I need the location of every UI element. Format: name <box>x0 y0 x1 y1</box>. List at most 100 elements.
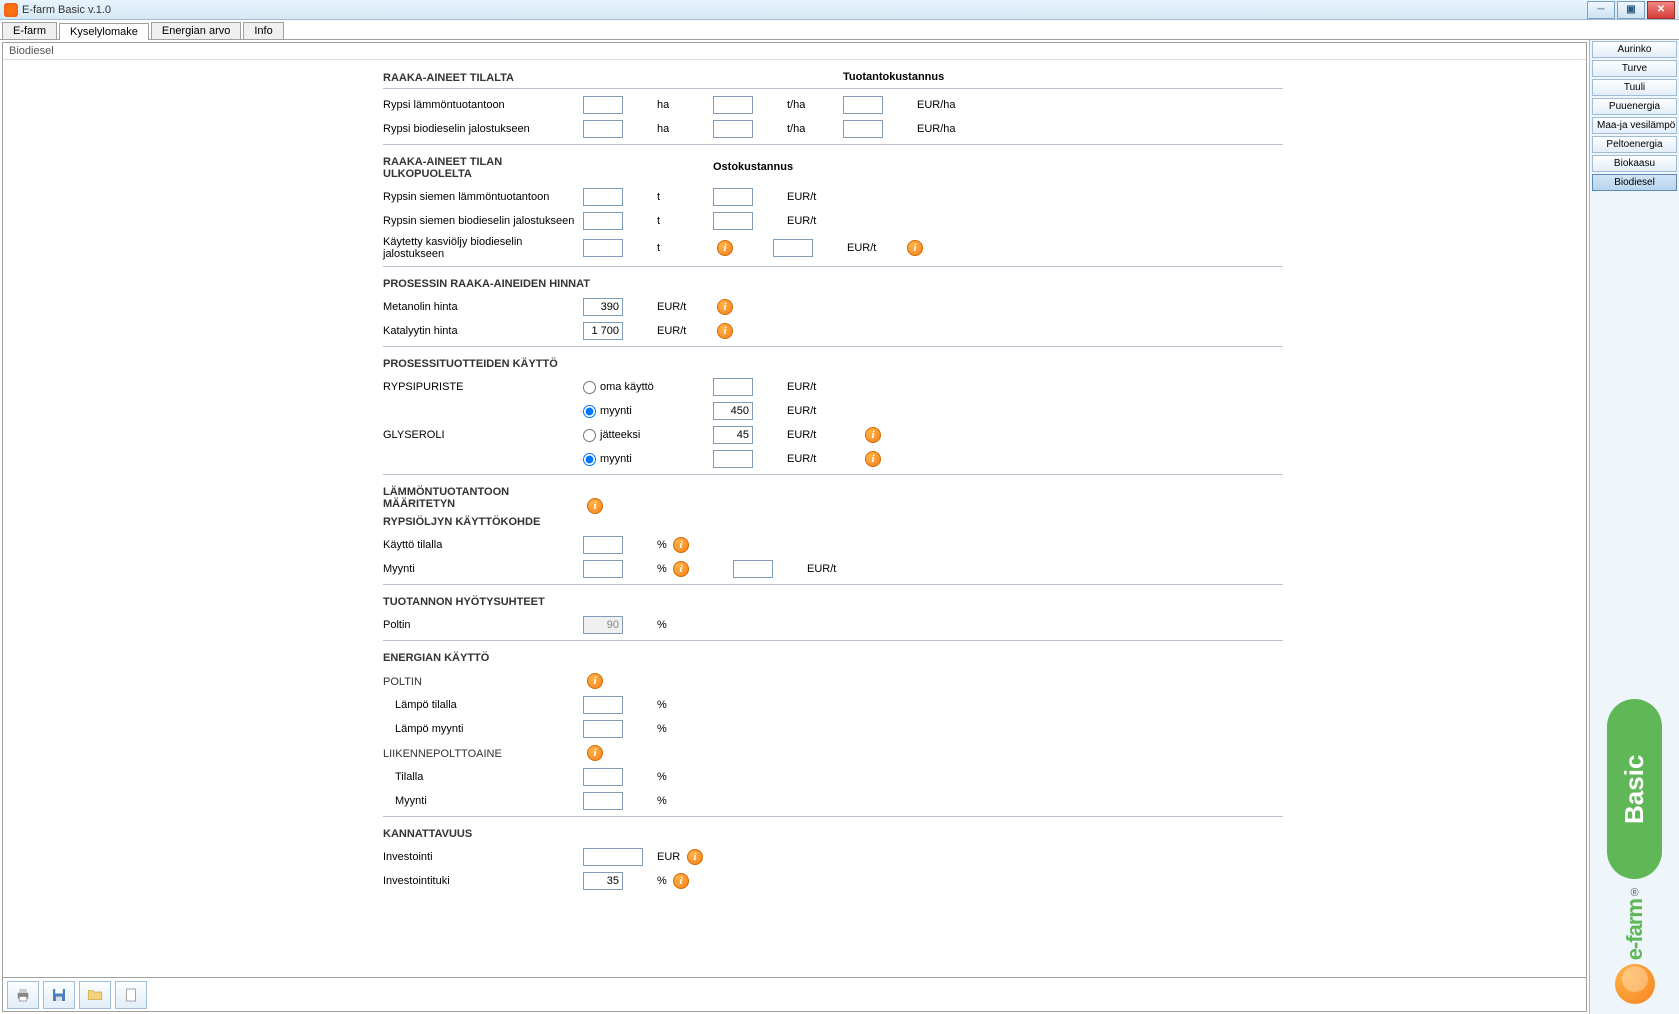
new-button[interactable] <box>115 981 147 1009</box>
efarm-text: e-farm <box>1622 899 1648 960</box>
maximize-button[interactable]: ▣ <box>1617 1 1645 19</box>
radio-rypsipuriste-oma[interactable] <box>583 381 596 394</box>
input-siemen-biodiesel-eurt[interactable] <box>713 212 753 230</box>
input-poltin-eff-pct <box>583 616 623 634</box>
save-button[interactable] <box>43 981 75 1009</box>
unit-eurt: EUR/t <box>653 301 713 313</box>
input-kasvioljy-eurt[interactable] <box>773 239 813 257</box>
category-list: Aurinko Turve Tuuli Puuenergia Maa-ja ve… <box>1590 40 1679 192</box>
row-metanoli: Metanolin hinta EUR/t i <box>383 295 1283 319</box>
category-biodiesel[interactable]: Biodiesel <box>1592 174 1677 191</box>
info-icon[interactable]: i <box>687 849 703 865</box>
input-myynti-eurt[interactable] <box>733 560 773 578</box>
bottom-toolbar <box>3 977 1586 1011</box>
info-icon[interactable]: i <box>717 323 733 339</box>
row-liikenne-myynti: Myynti % <box>383 789 1283 817</box>
info-icon[interactable]: i <box>717 299 733 315</box>
radio-label-jatteeksi: jätteeksi <box>600 429 640 441</box>
purchase-cost-header: Ostokustannus <box>713 161 843 173</box>
input-glyseroli-jatteeksi-eurt[interactable] <box>713 426 753 444</box>
tab-kyselylomake[interactable]: Kyselylomake <box>59 23 149 40</box>
category-maa-ja-vesilampo[interactable]: Maa-ja vesilämpö <box>1592 117 1677 134</box>
unit-pct: % <box>653 699 713 711</box>
input-lampo-myynti-pct[interactable] <box>583 720 623 738</box>
input-investointituki-pct[interactable] <box>583 872 623 890</box>
label-rypsipuriste: RYPSIPURISTE <box>383 381 583 393</box>
category-puuenergia[interactable]: Puuenergia <box>1592 98 1677 115</box>
input-rypsi-lammon-tha[interactable] <box>713 96 753 114</box>
info-icon[interactable]: i <box>587 745 603 761</box>
print-button[interactable] <box>7 981 39 1009</box>
input-liikenne-myynti-pct[interactable] <box>583 792 623 810</box>
input-rypsipuriste-myynti-eurt[interactable] <box>713 402 753 420</box>
input-lampo-tilalla-pct[interactable] <box>583 696 623 714</box>
info-icon[interactable]: i <box>865 451 881 467</box>
input-glyseroli-myynti-eurt[interactable] <box>713 450 753 468</box>
info-icon[interactable]: i <box>587 673 603 689</box>
input-siemen-lammon-eurt[interactable] <box>713 188 753 206</box>
unit-pct: % <box>653 619 713 631</box>
label-investointi: Investointi <box>383 851 583 863</box>
input-rypsi-lammon-ha[interactable] <box>583 96 623 114</box>
unit-eurt: EUR/t <box>803 563 863 575</box>
input-siemen-lammon-t[interactable] <box>583 188 623 206</box>
input-kasvioljy-t[interactable] <box>583 239 623 257</box>
unit-eurt: EUR/t <box>783 381 843 393</box>
open-button[interactable] <box>79 981 111 1009</box>
window-controls: ─ ▣ ✕ <box>1587 1 1675 19</box>
input-investointi-eur[interactable] <box>583 848 643 866</box>
input-rypsi-biodiesel-ha[interactable] <box>583 120 623 138</box>
unit-eurt: EUR/t <box>783 191 843 203</box>
row-glyseroli-jatteeksi: GLYSEROLI jätteeksi EUR/t i <box>383 423 1283 447</box>
efarm-flame-icon <box>1615 964 1655 1004</box>
section-1-header: RAAKA-AINEET TILALTA <box>383 68 583 86</box>
category-aurinko[interactable]: Aurinko <box>1592 41 1677 58</box>
info-icon[interactable]: i <box>587 498 603 514</box>
label-rypsi-biodiesel: Rypsi biodieselin jalostukseen <box>383 123 583 135</box>
main-tabs: E-farm Kyselylomake Energian arvo Info <box>0 20 1679 40</box>
info-icon[interactable]: i <box>907 240 923 256</box>
row-lampo-myynti: Lämpö myynti % <box>383 717 1283 741</box>
radio-label-myynti: myynti <box>600 405 632 417</box>
radio-glyseroli-myynti[interactable] <box>583 453 596 466</box>
category-turve[interactable]: Turve <box>1592 60 1677 77</box>
info-icon[interactable]: i <box>717 240 733 256</box>
section-6-header: TUOTANNON HYÖTYSUHTEET <box>383 592 545 610</box>
input-liikenne-tilalla-pct[interactable] <box>583 768 623 786</box>
row-kaytto-tilalla: Käyttö tilalla % i <box>383 533 1283 557</box>
input-rypsipuriste-oma-eurt[interactable] <box>713 378 753 396</box>
close-button[interactable]: ✕ <box>1647 1 1675 19</box>
radio-glyseroli-jatteeksi[interactable] <box>583 429 596 442</box>
minimize-button[interactable]: ─ <box>1587 1 1615 19</box>
form-scroll[interactable]: RAAKA-AINEET TILALTA Tuotantokustannus R… <box>3 60 1586 977</box>
section-2-header-row: RAAKA-AINEET TILAN ULKOPUOLELTA Ostokust… <box>383 149 1283 185</box>
document-icon <box>122 986 140 1004</box>
input-metanoli[interactable] <box>583 298 623 316</box>
unit-t: t <box>653 242 713 254</box>
row-rypsipuriste-myynti: myynti EUR/t <box>383 399 1283 423</box>
input-rypsi-biodiesel-tha[interactable] <box>713 120 753 138</box>
right-sidebar: Aurinko Turve Tuuli Puuenergia Maa-ja ve… <box>1589 40 1679 1014</box>
tab-info[interactable]: Info <box>243 22 283 39</box>
radio-rypsipuriste-myynti[interactable] <box>583 405 596 418</box>
tab-energian-arvo[interactable]: Energian arvo <box>151 22 242 39</box>
category-tuuli[interactable]: Tuuli <box>1592 79 1677 96</box>
input-katalyytti[interactable] <box>583 322 623 340</box>
input-rypsi-biodiesel-eurha[interactable] <box>843 120 883 138</box>
info-icon[interactable]: i <box>673 537 689 553</box>
unit-tha: t/ha <box>783 99 843 111</box>
info-icon[interactable]: i <box>865 427 881 443</box>
category-peltoenergia[interactable]: Peltoenergia <box>1592 136 1677 153</box>
section-4-header: PROSESSITUOTTEIDEN KÄYTTÖ <box>383 354 558 372</box>
tab-efarm[interactable]: E-farm <box>2 22 57 39</box>
input-siemen-biodiesel-t[interactable] <box>583 212 623 230</box>
info-icon[interactable]: i <box>673 873 689 889</box>
input-myynti-pct[interactable] <box>583 560 623 578</box>
save-icon <box>50 986 68 1004</box>
row-lampo-tilalla: Lämpö tilalla % <box>383 693 1283 717</box>
label-siemen-lammon: Rypsin siemen lämmöntuotantoon <box>383 191 583 203</box>
category-biokaasu[interactable]: Biokaasu <box>1592 155 1677 172</box>
info-icon[interactable]: i <box>673 561 689 577</box>
input-kaytto-tilalla-pct[interactable] <box>583 536 623 554</box>
input-rypsi-lammon-eurha[interactable] <box>843 96 883 114</box>
